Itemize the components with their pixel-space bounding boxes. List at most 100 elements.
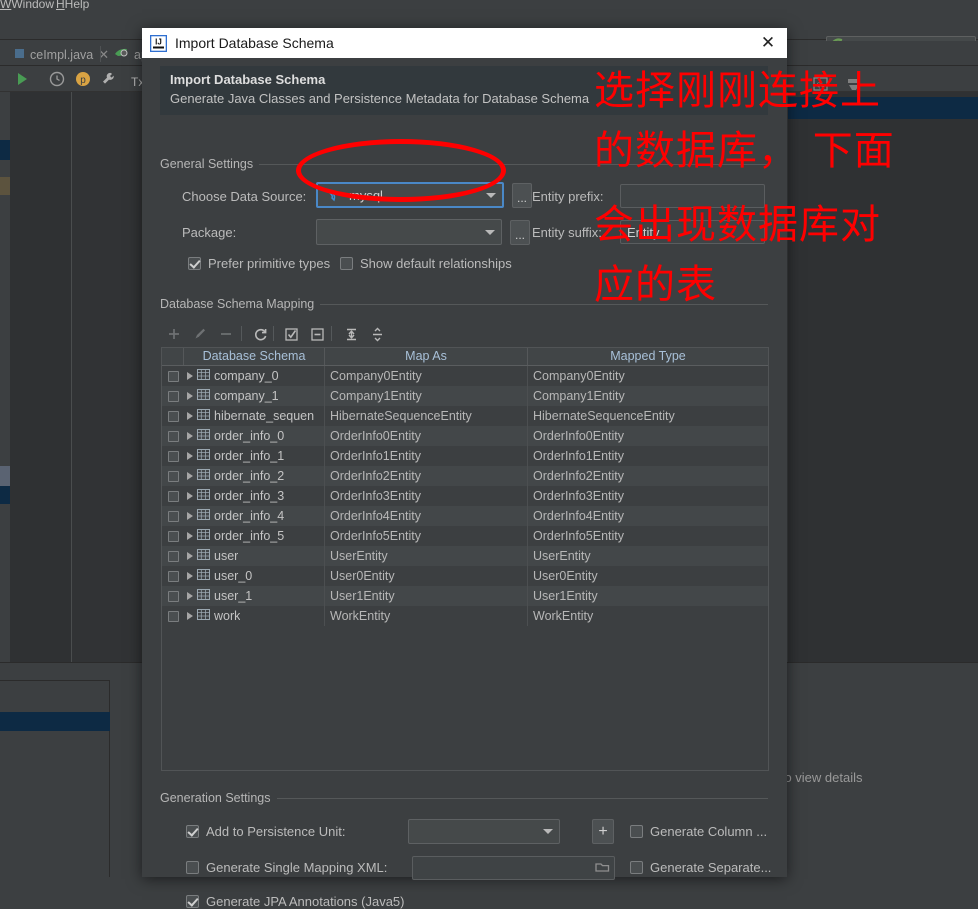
table-row[interactable]: order_info_3OrderInfo3EntityOrderInfo3En… [162, 486, 768, 506]
expand-triangle-icon[interactable] [187, 392, 193, 400]
generate-single-mapping-xml-checkbox[interactable]: Generate Single Mapping XML: [186, 860, 387, 875]
row-checkbox[interactable] [162, 371, 184, 382]
column-header-database-schema[interactable]: Database Schema [184, 348, 325, 365]
row-checkbox[interactable] [162, 431, 184, 442]
generate-jpa-annotations-checkbox[interactable]: Generate JPA Annotations (Java5) [186, 894, 405, 909]
close-icon[interactable]: ✕ [757, 32, 779, 54]
expand-triangle-icon[interactable] [187, 432, 193, 440]
expand-triangle-icon[interactable] [187, 372, 193, 380]
package-combo[interactable] [316, 219, 502, 245]
edit-pencil-icon[interactable] [189, 323, 211, 345]
data-source-combo[interactable]: mysql [316, 182, 504, 208]
table-row[interactable]: order_info_5OrderInfo5EntityOrderInfo5En… [162, 526, 768, 546]
row-map-as-cell[interactable]: OrderInfo0Entity [325, 426, 528, 446]
row-checkbox[interactable] [162, 411, 184, 422]
table-row[interactable]: company_0Company0EntityCompany0Entity [162, 366, 768, 386]
row-map-as-cell[interactable]: OrderInfo4Entity [325, 506, 528, 526]
row-checkbox[interactable] [162, 391, 184, 402]
expand-triangle-icon[interactable] [187, 472, 193, 480]
refresh-icon[interactable] [249, 323, 271, 345]
row-checkbox[interactable] [162, 551, 184, 562]
profiler-icon[interactable]: p [74, 70, 92, 88]
table-row[interactable]: order_info_1OrderInfo1EntityOrderInfo1En… [162, 446, 768, 466]
table-row[interactable]: company_1Company1EntityCompany1Entity [162, 386, 768, 406]
menu-item-window[interactable]: WWindow [0, 0, 54, 11]
expand-triangle-icon[interactable] [187, 512, 193, 520]
row-map-as-cell[interactable]: OrderInfo1Entity [325, 446, 528, 466]
row-checkbox[interactable] [162, 611, 184, 622]
remove-icon[interactable] [215, 323, 237, 345]
row-map-as-cell[interactable]: OrderInfo2Entity [325, 466, 528, 486]
row-database-schema-cell[interactable]: order_info_2 [184, 466, 325, 486]
deselect-all-icon[interactable] [306, 323, 328, 345]
row-database-schema-cell[interactable]: user_1 [184, 586, 325, 606]
column-header-mapped-type[interactable]: Mapped Type [528, 348, 768, 365]
right-toolbar-icons[interactable]: QL [810, 76, 870, 96]
chevron-down-icon[interactable] [479, 220, 501, 244]
editor-pane-right[interactable] [788, 92, 978, 662]
expand-triangle-icon[interactable] [187, 552, 193, 560]
expand-triangle-icon[interactable] [187, 572, 193, 580]
expand-triangle-icon[interactable] [187, 612, 193, 620]
persistence-unit-combo[interactable] [408, 819, 560, 844]
entity-suffix-field[interactable]: Entity [620, 220, 765, 244]
ide-bottom-tool-panel[interactable] [0, 680, 110, 877]
show-default-relationships-checkbox[interactable]: Show default relationships [340, 256, 512, 271]
add-icon[interactable] [163, 323, 185, 345]
table-row[interactable]: order_info_2OrderInfo2EntityOrderInfo2En… [162, 466, 768, 486]
row-checkbox[interactable] [162, 511, 184, 522]
row-map-as-cell[interactable]: HibernateSequenceEntity [325, 406, 528, 426]
table-row[interactable]: userUserEntityUserEntity [162, 546, 768, 566]
row-checkbox[interactable] [162, 531, 184, 542]
row-database-schema-cell[interactable]: hibernate_sequen [184, 406, 325, 426]
row-map-as-cell[interactable]: WorkEntity [325, 606, 528, 626]
row-database-schema-cell[interactable]: company_1 [184, 386, 325, 406]
table-row[interactable]: order_info_0OrderInfo0EntityOrderInfo0En… [162, 426, 768, 446]
row-database-schema-cell[interactable]: order_info_0 [184, 426, 325, 446]
data-source-browse-button[interactable]: ... [512, 183, 532, 208]
ide-bottom-selected-item[interactable] [0, 712, 110, 731]
expand-triangle-icon[interactable] [187, 492, 193, 500]
row-database-schema-cell[interactable]: order_info_4 [184, 506, 325, 526]
row-map-as-cell[interactable]: OrderInfo3Entity [325, 486, 528, 506]
row-database-schema-cell[interactable]: user [184, 546, 325, 566]
collapse-all-icon[interactable] [366, 323, 388, 345]
column-header-checkbox[interactable] [162, 348, 184, 365]
package-browse-button[interactable]: ... [510, 220, 530, 245]
generate-column-checkbox[interactable]: Generate Column ... [630, 824, 767, 839]
chevron-down-icon[interactable] [537, 820, 559, 843]
expand-triangle-icon[interactable] [187, 532, 193, 540]
row-database-schema-cell[interactable]: order_info_5 [184, 526, 325, 546]
schema-mapping-table[interactable]: Database Schema Map As Mapped Type compa… [161, 347, 769, 771]
table-row[interactable]: hibernate_sequenHibernateSequenceEntityH… [162, 406, 768, 426]
table-row[interactable]: order_info_4OrderInfo4EntityOrderInfo4En… [162, 506, 768, 526]
run-icon[interactable] [13, 70, 31, 88]
expand-triangle-icon[interactable] [187, 592, 193, 600]
row-checkbox[interactable] [162, 451, 184, 462]
row-checkbox[interactable] [162, 491, 184, 502]
select-all-icon[interactable] [280, 323, 302, 345]
folder-icon[interactable] [595, 861, 610, 876]
entity-prefix-field[interactable] [620, 184, 765, 208]
row-checkbox[interactable] [162, 571, 184, 582]
chevron-down-icon[interactable] [480, 184, 502, 206]
expand-triangle-icon[interactable] [187, 412, 193, 420]
editor-pane-left-inner[interactable] [71, 92, 142, 662]
expand-all-icon[interactable] [340, 323, 362, 345]
row-map-as-cell[interactable]: User1Entity [325, 586, 528, 606]
wrench-icon[interactable] [99, 70, 117, 88]
menu-item-help[interactable]: HHelp [56, 0, 89, 11]
table-row[interactable]: user_1User1EntityUser1Entity [162, 586, 768, 606]
row-map-as-cell[interactable]: Company0Entity [325, 366, 528, 386]
editor-gutter[interactable] [0, 92, 10, 662]
row-checkbox[interactable] [162, 471, 184, 482]
generate-separate-checkbox[interactable]: Generate Separate... [630, 860, 771, 875]
row-map-as-cell[interactable]: Company1Entity [325, 386, 528, 406]
prefer-primitive-types-checkbox[interactable]: Prefer primitive types [188, 256, 330, 271]
add-to-persistence-unit-checkbox[interactable]: Add to Persistence Unit: [186, 824, 345, 839]
row-database-schema-cell[interactable]: user_0 [184, 566, 325, 586]
column-header-map-as[interactable]: Map As [325, 348, 528, 365]
table-row[interactable]: user_0User0EntityUser0Entity [162, 566, 768, 586]
row-database-schema-cell[interactable]: work [184, 606, 325, 626]
row-database-schema-cell[interactable]: company_0 [184, 366, 325, 386]
